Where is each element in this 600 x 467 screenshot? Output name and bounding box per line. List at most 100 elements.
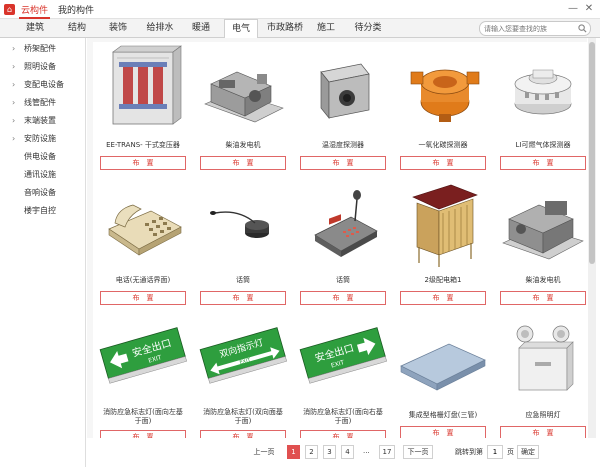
component-name: 一氧化碳探测器 <box>418 141 468 149</box>
component-card[interactable]: 安全出口 EXIT 消防应急标志灯(面向左基 于面) 布 置 <box>93 312 193 447</box>
place-button[interactable]: 布 置 <box>500 291 586 305</box>
component-card[interactable]: 温湿度探测器 布 置 <box>293 42 393 177</box>
exit-sign-left-icon: 安全出口 EXIT <box>99 327 187 384</box>
component-card[interactable]: 话筒 布 置 <box>193 177 293 312</box>
place-button[interactable]: 布 置 <box>200 156 286 170</box>
page-2-button[interactable]: 2 <box>305 445 318 459</box>
sidebar-item-conduit[interactable]: › 线管配件 <box>0 94 86 111</box>
component-name-line-1: 消防应急标志灯(面向左基 <box>103 408 183 416</box>
component-name-line-1: 消防应急标志灯(面向右基 <box>303 408 383 416</box>
component-name: 柴油发电机 <box>225 141 261 149</box>
search-input[interactable] <box>479 21 591 36</box>
component-card[interactable]: 2级配电箱1 布 置 <box>393 177 493 312</box>
place-button[interactable]: 布 置 <box>100 291 186 305</box>
exit-sign-both-icon: 双向指示灯 EXIT <box>199 327 287 384</box>
page-4-button[interactable]: 4 <box>341 445 354 459</box>
chevron-right-icon: › <box>12 98 16 107</box>
place-button[interactable]: 布 置 <box>300 291 386 305</box>
page-1-button[interactable]: 1 <box>287 445 300 459</box>
component-name: 话筒 <box>236 276 250 284</box>
tab-electrical[interactable]: 电气 <box>224 19 258 39</box>
chevron-right-icon: › <box>12 62 16 71</box>
vertical-scrollbar[interactable] <box>588 38 596 438</box>
sidebar-item-audio[interactable]: 音响设备 <box>0 184 86 201</box>
tab-cloud-components[interactable]: 云构件 <box>18 3 51 19</box>
component-name-line-2: 于面) <box>134 417 152 425</box>
prev-page-button[interactable]: 上一页 <box>247 445 281 459</box>
component-name-line-1: 消防应急标志灯(双向面基 <box>203 408 283 416</box>
tab-architecture[interactable]: 建筑 <box>18 19 52 38</box>
co-detector-icon <box>410 69 480 122</box>
chevron-right-icon: › <box>12 134 16 143</box>
generator-icon <box>502 201 584 260</box>
place-button[interactable]: 布 置 <box>500 156 586 170</box>
chevron-right-icon: › <box>12 80 16 89</box>
component-card[interactable]: 应急照明灯 布 置 <box>493 312 593 447</box>
sidebar-item-lighting[interactable]: › 照明设备 <box>0 58 86 75</box>
place-button[interactable]: 布 置 <box>300 156 386 170</box>
component-grid: EE-TRANS- 干式变压器 布 置 柴油发电机 布 置 温湿度探测器 布 置 <box>87 38 593 447</box>
tab-municipal-bridge[interactable]: 市政路桥 <box>265 19 305 38</box>
sidebar-item-communication[interactable]: 通讯设施 <box>0 166 86 183</box>
tab-decoration[interactable]: 装饰 <box>101 19 135 38</box>
confirm-jump-button[interactable]: 确定 <box>517 445 539 459</box>
sidebar-item-cable-tray[interactable]: › 桥架配件 <box>0 40 86 57</box>
component-card[interactable]: EE-TRANS- 干式变压器 布 置 <box>93 42 193 177</box>
component-name: 2级配电箱1 <box>424 276 462 284</box>
tab-construction[interactable]: 施工 <box>309 19 343 38</box>
sidebar-item-terminal[interactable]: › 末端装置 <box>0 112 86 129</box>
telephone-icon <box>108 204 182 256</box>
microphone-icon <box>210 211 269 238</box>
jump-to-label: 跳转到第 <box>455 448 483 456</box>
minimize-button[interactable]: — <box>566 2 580 16</box>
component-card[interactable]: 安全出口 EXIT 消防应急标志灯(面向右基 于面) 布 置 <box>293 312 393 447</box>
sidebar-item-security[interactable]: › 安防设施 <box>0 130 86 147</box>
chevron-right-icon: › <box>12 116 16 125</box>
place-button[interactable]: 布 置 <box>400 156 486 170</box>
place-button[interactable]: 布 置 <box>100 156 186 170</box>
paging-console-icon <box>314 190 378 257</box>
component-name: 电话(无通话界面) <box>115 276 171 284</box>
category-sidebar: › 桥架配件 › 照明设备 › 变配电设备 › 线管配件 › 末端装置 › 安防设施 供电设… <box>0 38 86 467</box>
humidity-sensor-icon <box>320 63 370 119</box>
component-card[interactable]: 电话(无通话界面) 布 置 <box>93 177 193 312</box>
sidebar-item-power-distribution[interactable]: › 变配电设备 <box>0 76 86 93</box>
close-button[interactable]: ✕ <box>582 2 596 16</box>
component-card[interactable]: LI可燃气体探测器 布 置 <box>493 42 593 177</box>
tab-plumbing[interactable]: 给排水 <box>143 19 177 38</box>
sidebar-item-building-automation[interactable]: 楼宇自控 <box>0 202 86 219</box>
tab-uncategorized[interactable]: 待分类 <box>350 19 386 38</box>
component-card[interactable]: 话筒 布 置 <box>293 177 393 312</box>
next-page-button[interactable]: 下一页 <box>403 445 433 459</box>
component-card[interactable]: 双向指示灯 EXIT 消防应急标志灯(双向面基 于面) 布 置 <box>193 312 293 447</box>
component-card[interactable]: 柴油发电机 布 置 <box>193 42 293 177</box>
scrollbar-thumb[interactable] <box>589 42 595 264</box>
tab-hvac[interactable]: 暖通 <box>184 19 218 38</box>
gas-detector-icon <box>514 69 572 115</box>
place-button[interactable]: 布 置 <box>400 291 486 305</box>
component-card[interactable]: 柴油发电机 布 置 <box>493 177 593 312</box>
jump-page-input[interactable] <box>487 445 503 459</box>
exit-sign-right-icon: 安全出口 EXIT <box>299 327 387 384</box>
tab-structure[interactable]: 结构 <box>60 19 94 38</box>
component-name-line-2: 于面) <box>234 417 252 425</box>
component-card[interactable]: 一氧化碳探测器 布 置 <box>393 42 493 177</box>
page-17-button[interactable]: 17 <box>379 445 395 459</box>
pagination-bar: 上一页 1 2 3 4 ... 17 下一页 跳转到第 页 确定 <box>87 438 600 467</box>
component-name: LI可燃气体探测器 <box>515 141 571 149</box>
component-name: 集成型格栅灯盘(三管) <box>408 411 478 419</box>
page-3-button[interactable]: 3 <box>323 445 336 459</box>
component-name: 柴油发电机 <box>525 276 561 284</box>
distribution-box-icon <box>412 184 478 267</box>
place-button[interactable]: 布 置 <box>200 291 286 305</box>
sidebar-item-power-supply[interactable]: 供电设备 <box>0 148 86 165</box>
component-name: EE-TRANS- 干式变压器 <box>106 141 180 149</box>
component-name-line-2: 于面) <box>334 417 352 425</box>
transformer-icon <box>112 45 182 125</box>
component-name: 温湿度探测器 <box>322 141 364 149</box>
component-card[interactable]: 集成型格栅灯盘(三管) 布 置 <box>393 312 493 447</box>
search-icon[interactable] <box>578 24 587 33</box>
tab-my-components[interactable]: 我的构件 <box>58 3 94 16</box>
component-name: 话筒 <box>336 276 350 284</box>
app-icon: ⌂ <box>4 4 15 15</box>
